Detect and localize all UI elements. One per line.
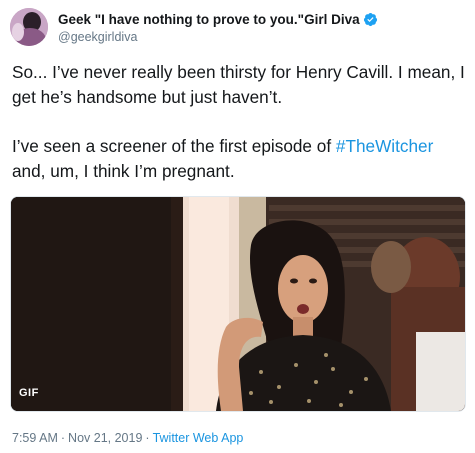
gif-media[interactable]: GIF [10, 196, 466, 412]
tweet-text-segment: and, um, I think I’m pregnant. [12, 161, 235, 181]
meta-separator: · [145, 431, 150, 445]
gif-badge: GIF [19, 387, 39, 399]
user-handle[interactable]: @geekgirldiva [58, 30, 378, 44]
tweet-card: Geek "I have nothing to prove to you."Gi… [0, 0, 475, 453]
tweet-source-link[interactable]: Twitter Web App [153, 431, 244, 445]
meta-separator: · [60, 431, 66, 445]
tweet-paragraph-1: So... I’ve never really been thirsty for… [12, 62, 465, 107]
tweet-text-segment: I’ve seen a screener of the first episod… [12, 136, 336, 156]
tweet-date[interactable]: Nov 21, 2019 [68, 431, 142, 445]
verified-badge-icon [363, 12, 378, 27]
tweet-meta: 7:59 AM · Nov 21, 2019 · Twitter Web App [12, 431, 243, 445]
name-row: Geek "I have nothing to prove to you."Gi… [58, 12, 378, 27]
hashtag-link[interactable]: #TheWitcher [336, 136, 433, 156]
gif-frame [11, 197, 465, 411]
avatar[interactable] [10, 8, 48, 46]
tweet-header: Geek "I have nothing to prove to you."Gi… [58, 12, 378, 44]
tweet-paragraph-2: I’ve seen a screener of the first episod… [12, 134, 467, 184]
avatar-image [10, 8, 48, 46]
tweet-time[interactable]: 7:59 AM [12, 431, 58, 445]
tweet-text: So... I’ve never really been thirsty for… [12, 60, 467, 184]
display-name[interactable]: Geek "I have nothing to prove to you."Gi… [58, 12, 360, 27]
